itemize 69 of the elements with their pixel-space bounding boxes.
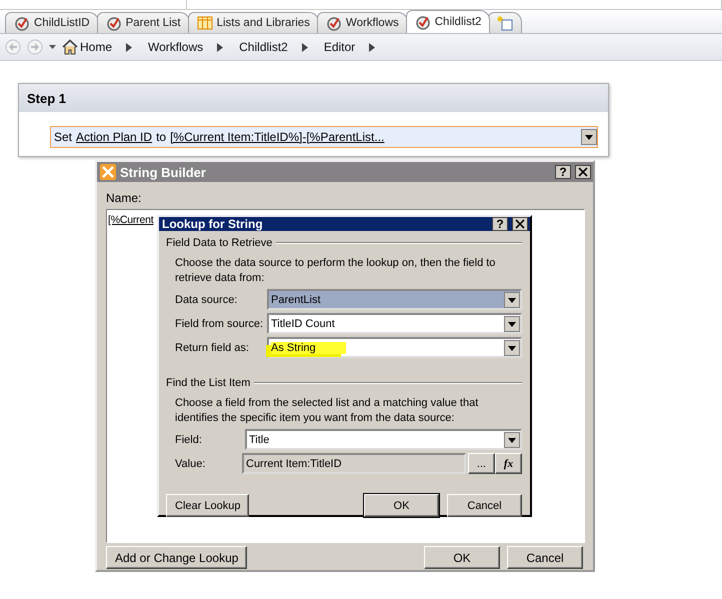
dropdown-field[interactable]: ParentList [267, 289, 522, 310]
help-button[interactable]: ? [555, 165, 571, 179]
checkmark-icon [326, 15, 342, 31]
new-page-icon [497, 15, 514, 31]
field-label: Return field as: [175, 342, 249, 354]
chevron-icon[interactable] [217, 42, 224, 52]
browse-button[interactable]: ... [468, 453, 495, 474]
field-value: Current Item:TitleID [246, 458, 343, 470]
dialog-button[interactable]: OK [364, 494, 439, 517]
chevron-icon[interactable] [369, 42, 376, 52]
field-label: Field: [175, 434, 202, 446]
action-text: Set [54, 130, 72, 144]
dialog-button[interactable]: OK [424, 546, 500, 569]
new-tab-button[interactable] [488, 12, 522, 33]
tools-icon [100, 164, 116, 180]
value-field[interactable]: Current Item:TitleID [242, 453, 466, 474]
section-description: Choose a field from the selected list and a matching value that identifies the specific item you want from the data source: [175, 396, 480, 426]
dialog-title: Lookup for String [162, 217, 264, 231]
tab[interactable]: ChildListID [5, 12, 99, 33]
field-value: Title [249, 434, 270, 446]
formula-button[interactable]: fx [495, 453, 522, 474]
caret-icon[interactable] [504, 316, 520, 332]
field-value: ParentList [271, 294, 322, 306]
section-heading: Field Data to Retrieve [166, 237, 522, 249]
section-description: Choose the data source to perform the lookup on, then the field to retrieve data from: [175, 256, 496, 286]
tab[interactable]: Childlist2 [406, 10, 490, 33]
close-icon[interactable] [512, 217, 528, 231]
field-value: TitleID Count [271, 318, 336, 330]
field-value: As String [271, 342, 346, 354]
breadcrumb-link[interactable]: Childlist2 [239, 40, 288, 54]
dialog-button[interactable]: Clear Lookup [166, 494, 250, 517]
action-link[interactable]: [%Current Item:TitleID%]-[%ParentList... [170, 130, 384, 144]
chevron-icon[interactable] [126, 42, 132, 52]
field-label: Value: [175, 458, 206, 470]
tab[interactable]: Parent List [96, 12, 190, 33]
checkmark-icon [414, 14, 431, 30]
dropdown-field[interactable]: As String [267, 337, 522, 358]
caret-icon[interactable] [504, 292, 520, 308]
breadcrumb-link[interactable]: Workflows [148, 40, 204, 54]
section-heading: Find the List Item [166, 377, 522, 389]
action-link[interactable]: Action Plan ID [76, 130, 152, 144]
action-text: to [156, 130, 166, 144]
home-icon [62, 39, 78, 55]
dropdown-field[interactable]: TitleID Count [267, 313, 522, 334]
dialog-button[interactable]: Cancel [447, 494, 522, 517]
dialog-title: String Builder [120, 164, 207, 180]
dialog-button[interactable]: Add or Change Lookup [106, 546, 248, 569]
action-sentence-dropdown[interactable]: Set Action Plan ID to [%Current Item:TitleID%]-[%ParentList... [50, 126, 598, 148]
help-button[interactable]: ? [492, 217, 508, 231]
dialog-button[interactable]: Cancel [507, 546, 583, 569]
field-label: Data source: [175, 294, 238, 306]
checkmark-icon [14, 15, 30, 31]
caret-icon[interactable] [504, 432, 520, 448]
step-header: Step 1 [19, 84, 608, 112]
caret-icon[interactable] [581, 129, 597, 145]
tab[interactable]: Workflows [316, 12, 408, 33]
name-text[interactable]: [%Current [108, 214, 154, 226]
tab[interactable]: Lists and Libraries [188, 12, 319, 33]
breadcrumb-link[interactable]: Editor [324, 40, 356, 54]
caret-icon[interactable] [49, 45, 56, 49]
name-label: Name: [106, 191, 142, 205]
caret-icon[interactable] [504, 340, 520, 356]
field-label: Field from source: [175, 318, 264, 330]
chevron-icon[interactable] [302, 42, 308, 52]
close-icon[interactable] [575, 165, 591, 179]
checkmark-icon [106, 15, 122, 31]
breadcrumb-link[interactable]: Home [80, 40, 112, 54]
dropdown-field[interactable]: Title [245, 429, 522, 450]
grid-icon [196, 15, 213, 31]
